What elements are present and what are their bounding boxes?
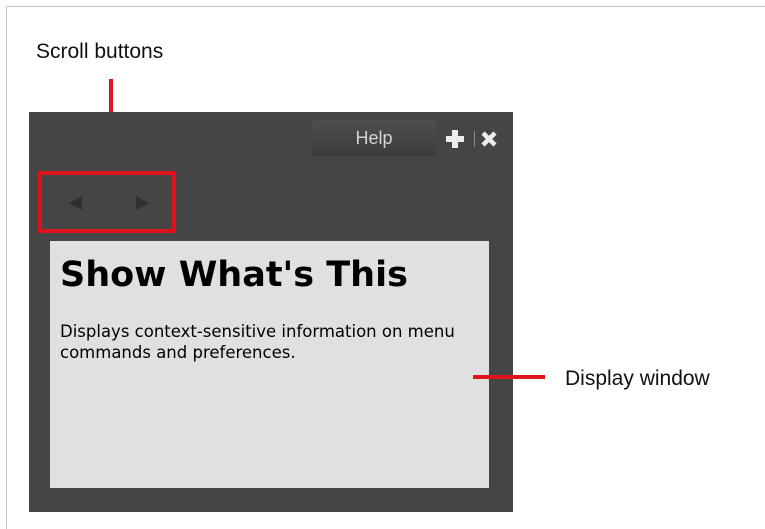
tab-help-label: Help	[355, 127, 393, 148]
scroll-buttons-callout-label: Scroll buttons	[36, 40, 164, 63]
display-window-callout-label: Display window	[565, 367, 710, 390]
display-window: Show What's This Displays context-sensit…	[50, 241, 489, 488]
scroll-buttons-highlight-box	[38, 171, 176, 233]
plus-icon[interactable]	[444, 128, 466, 150]
display-heading: Show What's This	[60, 255, 408, 295]
display-description: Displays context-sensitive information o…	[60, 321, 455, 362]
close-icon[interactable]	[478, 128, 500, 150]
display-window-callout-line	[473, 375, 545, 379]
tab-help[interactable]: Help	[312, 120, 436, 156]
frame-left-border	[6, 6, 7, 529]
tab-controls-separator	[474, 131, 475, 147]
frame-top-border	[6, 6, 765, 7]
